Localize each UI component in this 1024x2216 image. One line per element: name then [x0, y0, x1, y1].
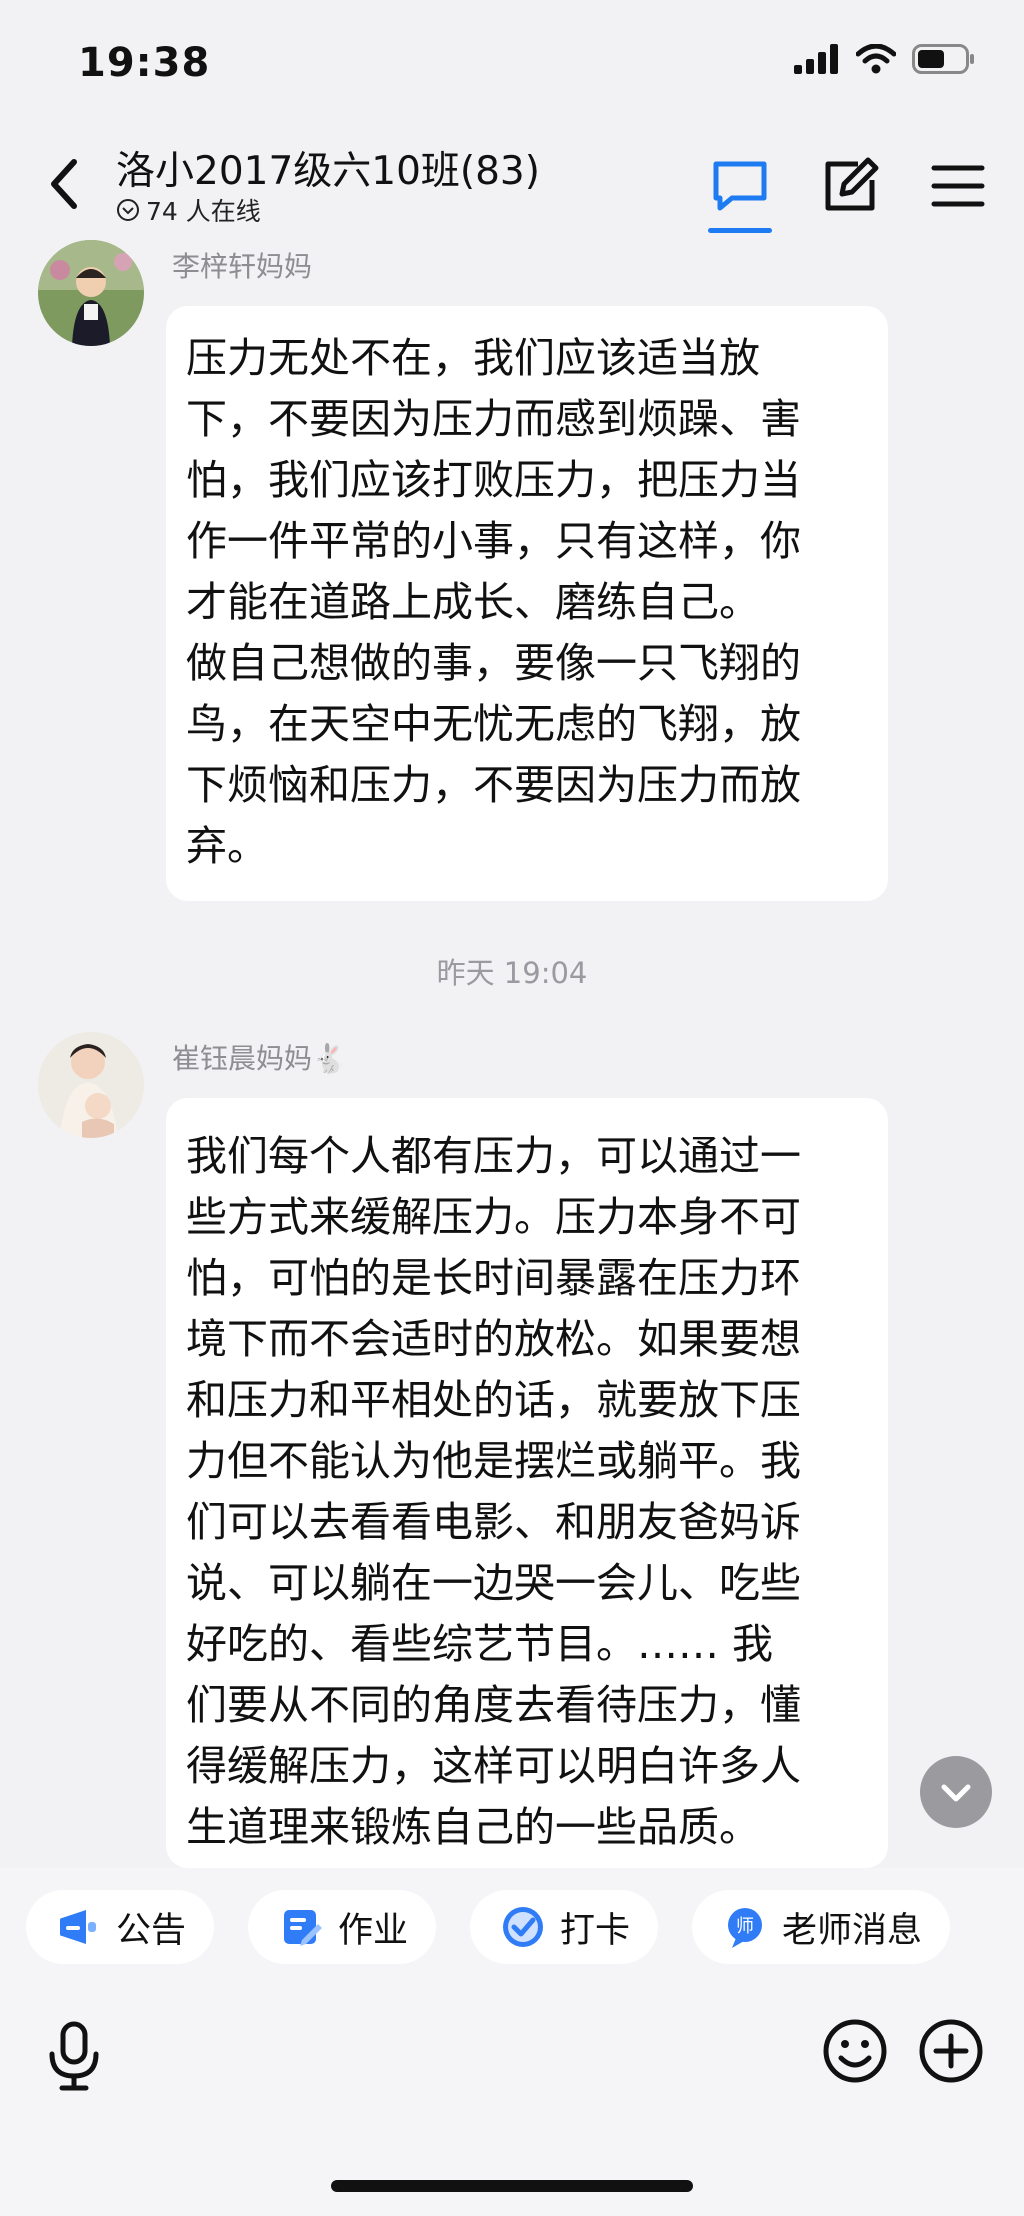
active-tab-indicator	[708, 228, 772, 233]
chat-header: 洛小2017级六10班(83) 74 人在线	[0, 130, 1024, 240]
checkin-button[interactable]: 打卡	[470, 1890, 659, 1964]
group-title[interactable]: 洛小2017级六10班(83)	[116, 140, 540, 196]
message-line: 我们每个人都有压力，可以通过一	[186, 1132, 801, 1180]
message-line: 怕，可怕的是长时间暴露在压力环	[186, 1254, 801, 1302]
message-line: 好吃的、看些综艺节目。…… 我	[186, 1620, 774, 1668]
message-line: 些方式来缓解压力。压力本身不可	[186, 1193, 801, 1241]
announcement-button[interactable]: 公告	[26, 1890, 215, 1964]
homework-button[interactable]: 作业	[248, 1890, 437, 1964]
message-line: 说、可以躺在一边哭一会儿、吃些	[186, 1559, 801, 1607]
sender-name: 李梓轩妈妈	[172, 250, 313, 283]
chevron-circle-icon	[117, 199, 139, 221]
chat-bubble-icon[interactable]	[708, 154, 772, 218]
status-time: 19:38	[78, 40, 211, 86]
message-line: 压力无处不在，我们应该适当放	[186, 334, 760, 382]
message-line: 境下而不会适时的放松。如果要想	[186, 1315, 801, 1363]
message-line: 们可以去看看电影、和朋友爸妈诉	[186, 1498, 801, 1546]
sender-name: 崔钰晨妈妈🐇	[172, 1042, 347, 1075]
scroll-to-bottom-button[interactable]	[920, 1756, 992, 1828]
message-bubble[interactable]: 压力无处不在，我们应该适当放 下，不要因为压力而感到烦躁、害 怕，我们应该打败压…	[166, 306, 888, 901]
message-line: 下烦恼和压力，不要因为压力而放	[186, 761, 801, 809]
avatar[interactable]	[38, 240, 144, 346]
message-line: 怕，我们应该打败压力，把压力当	[186, 456, 801, 504]
menu-icon[interactable]	[926, 154, 990, 218]
avatar[interactable]	[38, 1032, 144, 1138]
microphone-icon[interactable]	[44, 2020, 104, 2092]
message-line: 才能在道路上成长、磨练自己。	[186, 578, 760, 626]
battery-icon	[912, 44, 974, 74]
quick-action-bar: 公告 作业 打卡 师 老师消息	[0, 1868, 1024, 1978]
svg-text:师: 师	[736, 1916, 754, 1937]
checkin-icon	[503, 1907, 543, 1947]
teacher-message-button[interactable]: 师 老师消息	[692, 1890, 951, 1964]
edit-icon[interactable]	[818, 154, 882, 218]
homework-label: 作业	[338, 1910, 409, 1951]
teacher-message-label: 老师消息	[782, 1910, 923, 1951]
message-line: 弃。	[186, 822, 268, 870]
wifi-icon	[856, 44, 896, 74]
homework-icon	[284, 1910, 322, 1946]
announcement-label: 公告	[116, 1910, 187, 1951]
message-line: 和压力和平相处的话，就要放下压	[186, 1376, 801, 1424]
online-count: 74 人在线	[116, 192, 261, 228]
announcement-icon	[60, 1910, 96, 1944]
message-line: 做自己想做的事，要像一只飞翔的	[186, 639, 801, 687]
back-arrow-icon[interactable]	[44, 154, 84, 214]
message-line: 得缓解压力，这样可以明白许多人	[186, 1742, 801, 1790]
home-indicator[interactable]	[331, 2180, 693, 2192]
status-bar: 19:38	[0, 0, 1024, 130]
message-timestamp: 昨天 19:04	[436, 956, 588, 990]
plus-icon[interactable]	[918, 2018, 984, 2084]
status-icons	[794, 44, 976, 74]
message-line: 力但不能认为他是摆烂或躺平。我	[186, 1437, 801, 1485]
message-bubble[interactable]: 我们每个人都有压力，可以通过一 些方式来缓解压力。压力本身不可 怕，可怕的是长时…	[166, 1098, 888, 1868]
emoji-icon[interactable]	[822, 2018, 888, 2084]
message-line: 作一件平常的小事，只有这样，你	[186, 517, 801, 565]
message-line: 们要从不同的角度去看待压力，懂	[186, 1681, 801, 1729]
cellular-signal-icon	[794, 44, 838, 74]
message-line: 鸟，在天空中无忧无虑的飞翔，放	[186, 700, 801, 748]
chevron-down-icon	[941, 1784, 971, 1802]
checkin-label: 打卡	[560, 1910, 631, 1951]
message-line: 生道理来锻炼自己的一些品质。	[186, 1803, 760, 1851]
online-count-label: 74 人在线	[146, 197, 261, 226]
message-line: 下，不要因为压力而感到烦躁、害	[186, 395, 801, 443]
teacher-message-icon: 师	[728, 1908, 762, 1948]
